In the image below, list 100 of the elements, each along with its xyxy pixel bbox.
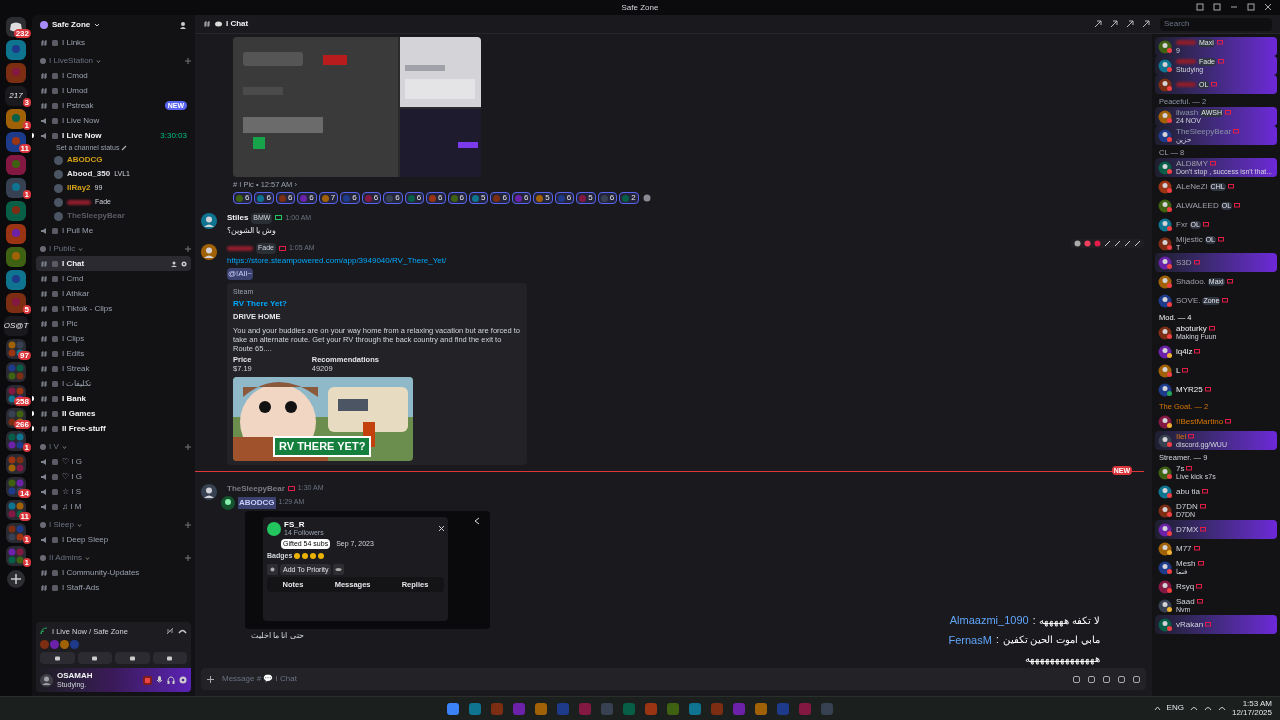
member-item[interactable]: MYR25 — [1155, 380, 1277, 399]
noise-suppression-icon[interactable] — [166, 627, 174, 636]
channel-item[interactable]: I Live Now 3:30:03 — [36, 128, 191, 143]
channel-item[interactable]: ♡ I G — [36, 469, 191, 484]
member-item[interactable]: L — [1155, 361, 1277, 380]
reaction-chip[interactable]: 7 — [318, 192, 339, 205]
camera-off-button[interactable] — [40, 652, 75, 664]
start-icon[interactable] — [445, 701, 461, 717]
maximize-icon[interactable] — [1247, 3, 1255, 11]
channel-item[interactable]: I Cmd — [36, 271, 191, 286]
reaction-chip[interactable]: 5 — [576, 192, 596, 205]
member-item-banner[interactable]: D7MX — [1155, 520, 1277, 539]
reaction-chip[interactable]: 6 — [554, 192, 575, 205]
channel-item[interactable]: I Chat — [36, 256, 191, 271]
add-reaction-icon[interactable] — [642, 194, 651, 203]
clock-date[interactable]: 12/17/2025 — [1231, 708, 1272, 717]
close-icon[interactable] — [1264, 3, 1272, 11]
embed-title[interactable]: RV There Yet? — [233, 298, 287, 311]
reaction-chip[interactable]: 6 — [597, 192, 618, 205]
channel-item[interactable]: ♫ I M — [36, 499, 191, 514]
headphones-icon[interactable] — [167, 676, 175, 684]
chevron-up-icon[interactable] — [1153, 704, 1161, 712]
channel-item[interactable]: I Bank — [36, 391, 191, 406]
eye-icon[interactable] — [333, 563, 345, 575]
mention[interactable]: @!All~ — [227, 267, 253, 280]
member-item[interactable]: lq4lz — [1155, 342, 1277, 361]
reaction-chip[interactable]: 6 — [383, 192, 403, 205]
reaction-chip[interactable]: 6 — [511, 192, 532, 205]
pencil-icon[interactable] — [1114, 240, 1121, 248]
add-member-icon[interactable] — [179, 21, 187, 29]
member-item-banner[interactable]: vRakan — [1155, 615, 1277, 634]
server-icon[interactable]: OS@T — [4, 316, 28, 336]
reaction-chip[interactable]: 6 — [447, 192, 467, 205]
channel-item[interactable]: I Streak — [36, 361, 191, 376]
author-name[interactable]: Stiles — [227, 212, 249, 225]
channel-item[interactable]: I Umod — [36, 83, 191, 98]
activities-button[interactable] — [115, 652, 150, 664]
clock-time[interactable]: 1:53 AM — [1242, 699, 1272, 708]
link[interactable]: https://store.steampowered.com/app/3949040/RV_There_Yet/ — [227, 254, 447, 267]
screen-share-button[interactable] — [77, 652, 112, 664]
channel-item[interactable]: I Deep Sleep — [36, 532, 191, 547]
reaction-chip[interactable]: 6 — [340, 192, 360, 205]
settings-icon[interactable] — [181, 260, 187, 267]
channel-item[interactable]: I Community-Updates — [36, 565, 191, 580]
category-title[interactable]: II Admins — [49, 552, 82, 564]
reaction-chip[interactable]: 6 — [275, 192, 296, 205]
channel-item[interactable]: I Pic — [36, 316, 191, 331]
member-item[interactable]: M77 — [1155, 539, 1277, 558]
minimize-icon[interactable] — [1230, 3, 1238, 11]
server-icon[interactable] — [6, 293, 26, 313]
shield-icon[interactable] — [267, 563, 278, 575]
plus-icon[interactable] — [185, 522, 191, 528]
plus-icon[interactable] — [185, 246, 191, 252]
language-indicator[interactable]: ENG — [1166, 702, 1184, 714]
app-icon[interactable] — [143, 675, 152, 685]
channel-item[interactable]: I تكليفات — [36, 376, 191, 391]
reaction-chip[interactable]: 5 — [469, 192, 489, 205]
close-icon[interactable] — [439, 526, 444, 531]
channel-item[interactable]: I Live Now — [36, 113, 191, 128]
channel-item[interactable]: I Clips — [36, 331, 191, 346]
channel-item[interactable]: I Edits — [36, 346, 191, 361]
plus-icon[interactable] — [207, 675, 214, 683]
reaction-chip[interactable]: 6 — [404, 192, 425, 205]
channel-item[interactable]: ♡ I G — [36, 454, 191, 469]
channel-item[interactable]: I Pull Me — [36, 223, 191, 238]
server-name[interactable]: Safe Zone — [52, 19, 91, 31]
add-member-icon[interactable] — [171, 260, 177, 267]
member-item-banner[interactable]: S3D — [1155, 253, 1277, 272]
reaction-chip[interactable]: 6 — [233, 192, 253, 205]
add-server-icon[interactable] — [6, 569, 26, 589]
soundboard-button[interactable] — [152, 652, 187, 664]
chevron-down-icon[interactable] — [94, 22, 101, 28]
reaction-chip[interactable]: 6 — [361, 192, 382, 205]
channel-item[interactable]: I Athkar — [36, 286, 191, 301]
channel-item[interactable]: I Links — [36, 35, 191, 50]
channel-item[interactable]: II Games — [36, 406, 191, 421]
channel-item[interactable]: II Free-stuff — [36, 421, 191, 436]
reaction-chip[interactable]: 6 — [490, 192, 510, 205]
reaction-chip[interactable]: 6 — [254, 192, 274, 205]
settings-icon[interactable] — [179, 676, 187, 684]
channel-item[interactable]: I Staff-Ads — [36, 580, 191, 595]
member-item[interactable]: abu tia — [1155, 482, 1277, 501]
plus-icon[interactable] — [185, 555, 191, 561]
search-field[interactable]: Search — [1160, 17, 1272, 31]
member-item[interactable]: !!BestMartino — [1155, 412, 1277, 431]
plus-icon[interactable] — [185, 444, 191, 450]
channel-item[interactable]: I Cmod — [36, 68, 191, 83]
app-icon[interactable] — [687, 701, 703, 717]
author-name[interactable]: ABODCG — [238, 496, 276, 509]
channel-item[interactable]: I Tiktok - Clips — [36, 301, 191, 316]
channel-item[interactable]: ☆ I S — [36, 484, 191, 499]
app-icon[interactable] — [753, 701, 769, 717]
member-item[interactable]: Rsyq — [1155, 577, 1277, 596]
reaction-chip[interactable]: 6 — [297, 192, 317, 205]
microphone-icon[interactable] — [156, 676, 163, 684]
pencil-icon[interactable] — [121, 145, 128, 151]
disconnect-icon[interactable] — [178, 628, 187, 635]
reaction-chip[interactable]: 2 — [619, 192, 639, 205]
chevron-left-icon[interactable] — [474, 516, 480, 525]
plus-icon[interactable] — [185, 58, 191, 64]
